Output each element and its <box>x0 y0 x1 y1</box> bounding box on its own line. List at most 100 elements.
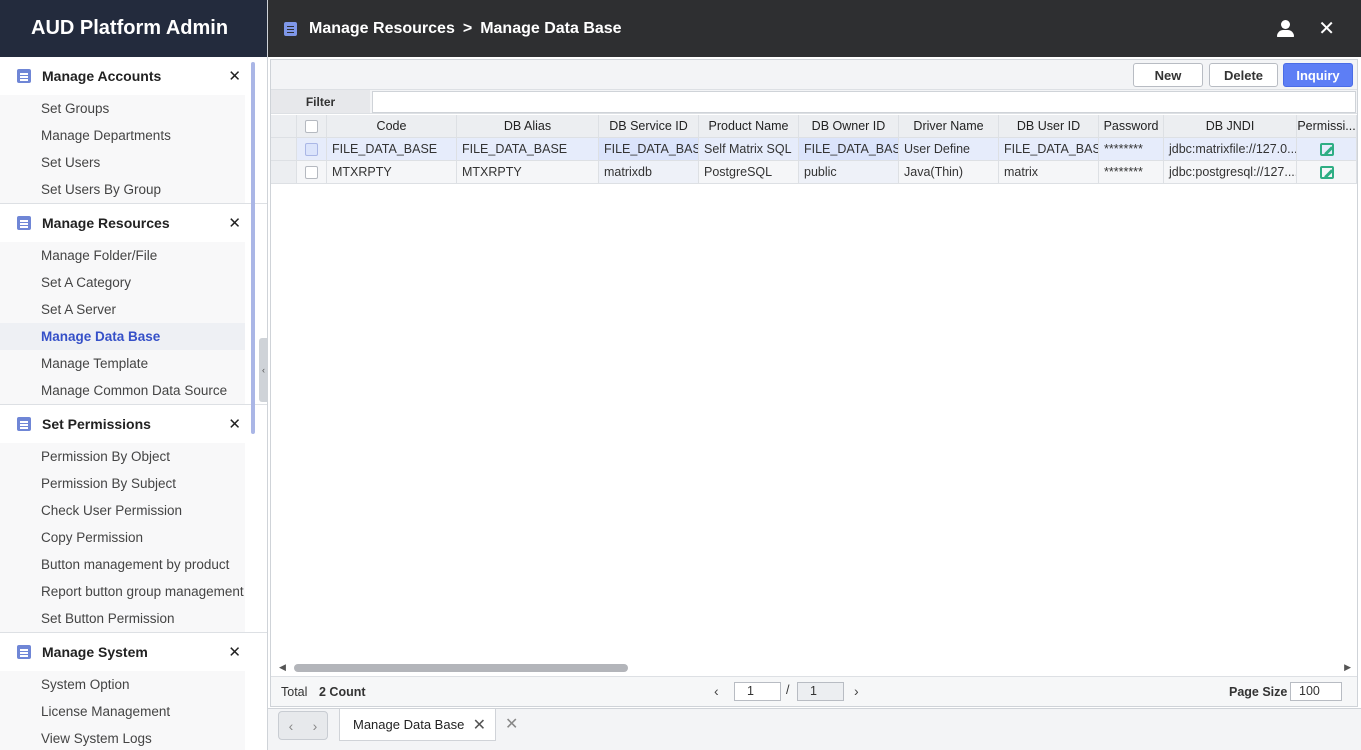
edit-icon[interactable] <box>1319 165 1334 179</box>
cell-db-owner-id[interactable]: public <box>799 161 899 184</box>
sidebar-item-set-a-server[interactable]: Set A Server <box>0 296 245 323</box>
row-checkbox[interactable] <box>305 165 318 179</box>
chevron-left-icon[interactable]: ‹ <box>714 683 719 699</box>
sidebar-item-manage-template[interactable]: Manage Template <box>0 350 245 377</box>
column-header-db-jndi[interactable]: DB JNDI <box>1164 115 1297 138</box>
document-icon <box>284 21 297 36</box>
cell-db-service-id[interactable]: matrixdb <box>599 161 699 184</box>
sidebar-group-header[interactable]: Manage Accounts ✕ <box>0 57 267 95</box>
cell-product-name[interactable]: Self Matrix SQL <box>699 138 799 161</box>
cell-permission <box>1297 138 1357 161</box>
page-size-label: Page Size <box>1229 685 1288 699</box>
sidebar-item-permission-by-object[interactable]: Permission By Object <box>0 443 245 470</box>
cell-driver-name[interactable]: User Define <box>899 138 999 161</box>
sidebar-item-permission-by-subject[interactable]: Permission By Subject <box>0 470 245 497</box>
table-row[interactable]: FILE_DATA_BASE FILE_DATA_BASE FILE_DATA_… <box>271 138 1357 161</box>
sidebar-item-copy-permission[interactable]: Copy Permission <box>0 524 245 551</box>
scroll-left-icon[interactable]: ◀ <box>279 662 286 673</box>
sidebar-groups: Manage Accounts ✕ Set Groups Manage Departm… <box>0 57 267 750</box>
cell-db-owner-id[interactable]: FILE_DATA_BASE <box>799 138 899 161</box>
sidebar-item-report-button-group-management[interactable]: Report button group management <box>0 578 245 605</box>
breadcrumb-parent[interactable]: Manage Resources <box>309 20 455 37</box>
tab-next-icon[interactable]: › <box>313 718 318 734</box>
sidebar-item-license-management[interactable]: License Management <box>0 698 245 725</box>
inquiry-button[interactable]: Inquiry <box>1283 63 1353 87</box>
cell-permission <box>1297 161 1357 184</box>
column-header-db-alias[interactable]: DB Alias <box>457 115 599 138</box>
cell-password[interactable]: ******** <box>1099 138 1164 161</box>
sidebar-item-manage-data-base[interactable]: Manage Data Base <box>0 323 245 350</box>
sidebar-item-set-users[interactable]: Set Users <box>0 149 245 176</box>
sidebar-scrollbar[interactable] <box>251 62 255 434</box>
row-checkbox[interactable] <box>305 142 318 156</box>
column-header-db-owner-id[interactable]: DB Owner ID <box>799 115 899 138</box>
cell-password[interactable]: ******** <box>1099 161 1164 184</box>
cell-db-jndi[interactable]: jdbc:matrixfile://127.0.... <box>1164 138 1297 161</box>
total-label: Total <box>281 685 308 699</box>
breadcrumb-current: Manage Data Base <box>480 19 622 37</box>
filter-input[interactable] <box>372 91 1356 113</box>
cell-driver-name[interactable]: Java(Thin) <box>899 161 999 184</box>
sidebar-group-title: Manage Resources <box>42 215 170 231</box>
cell-db-alias[interactable]: MTXRPTY <box>457 161 599 184</box>
close-icon[interactable]: ✕ <box>228 415 241 433</box>
edit-icon[interactable] <box>1319 142 1334 156</box>
horizontal-scrollbar[interactable]: ◀ ▶ <box>279 662 1351 673</box>
page-size-input[interactable]: 100 <box>1290 682 1342 701</box>
sidebar-item-button-management-by-product[interactable]: Button management by product <box>0 551 245 578</box>
scroll-right-icon[interactable]: ▶ <box>1344 662 1351 673</box>
tab-prev-icon[interactable]: ‹ <box>289 718 294 734</box>
column-header-driver-name[interactable]: Driver Name <box>899 115 999 138</box>
sidebar-item-check-user-permission[interactable]: Check User Permission <box>0 497 245 524</box>
close-icon[interactable]: ✕ <box>228 643 241 661</box>
select-all-checkbox[interactable] <box>305 119 318 133</box>
cell-db-alias[interactable]: FILE_DATA_BASE <box>457 138 599 161</box>
sidebar-item-system-option[interactable]: System Option <box>0 671 245 698</box>
tab-bar: ‹ › Manage Data Base ✕ ✕ <box>268 708 1361 750</box>
cell-code[interactable]: MTXRPTY <box>327 161 457 184</box>
table-row[interactable]: MTXRPTY MTXRPTY matrixdb PostgreSQL publ… <box>271 161 1357 184</box>
column-header-db-user-id[interactable]: DB User ID <box>999 115 1099 138</box>
app-title: AUD Platform Admin <box>0 0 267 57</box>
close-icon[interactable]: ✕ <box>228 214 241 232</box>
sidebar-group-set-permissions: Set Permissions ✕ Permission By Object Perm… <box>0 405 267 633</box>
column-header-product-name[interactable]: Product Name <box>699 115 799 138</box>
sidebar-item-manage-common-data-source[interactable]: Manage Common Data Source <box>0 377 245 404</box>
cell-db-user-id[interactable]: FILE_DATA_BASE <box>999 138 1099 161</box>
document-icon <box>17 69 31 83</box>
cell-db-user-id[interactable]: matrix <box>999 161 1099 184</box>
sidebar-item-manage-departments[interactable]: Manage Departments <box>0 122 245 149</box>
sidebar-collapse-handle[interactable]: ‹ <box>259 338 268 402</box>
sidebar-group-header[interactable]: Manage Resources ✕ <box>0 204 267 242</box>
close-icon[interactable]: ✕ <box>1318 16 1335 41</box>
column-header-permission[interactable]: Permissi... <box>1297 115 1357 138</box>
sidebar-item-set-groups[interactable]: Set Groups <box>0 95 245 122</box>
sidebar-item-set-a-category[interactable]: Set A Category <box>0 269 245 296</box>
close-all-tabs-icon[interactable]: ✕ <box>505 714 518 734</box>
tab-close-icon[interactable]: ✕ <box>473 715 486 735</box>
current-page-input[interactable]: 1 <box>734 682 781 701</box>
sidebar-item-set-users-by-group[interactable]: Set Users By Group <box>0 176 245 203</box>
sidebar-item-set-button-permission[interactable]: Set Button Permission <box>0 605 245 632</box>
column-header-code[interactable]: Code <box>327 115 457 138</box>
filter-row: Filter <box>271 90 1357 114</box>
sidebar-group-manage-resources: Manage Resources ✕ Manage Folder/File Set A… <box>0 204 267 405</box>
scrollbar-thumb[interactable] <box>294 664 628 672</box>
column-header-password[interactable]: Password <box>1099 115 1164 138</box>
cell-db-service-id[interactable]: FILE_DATA_BASE <box>599 138 699 161</box>
sidebar-group-title: Manage Accounts <box>42 68 162 84</box>
cell-code[interactable]: FILE_DATA_BASE <box>327 138 457 161</box>
new-button[interactable]: New <box>1133 63 1203 87</box>
sidebar-item-manage-folder-file[interactable]: Manage Folder/File <box>0 242 245 269</box>
cell-product-name[interactable]: PostgreSQL <box>699 161 799 184</box>
delete-button[interactable]: Delete <box>1209 63 1278 87</box>
sidebar-item-view-system-logs[interactable]: View System Logs <box>0 725 245 750</box>
tab-manage-data-base[interactable]: Manage Data Base ✕ <box>339 709 496 741</box>
column-header-db-service-id[interactable]: DB Service ID <box>599 115 699 138</box>
chevron-right-icon[interactable]: › <box>854 683 859 699</box>
sidebar-group-header[interactable]: Manage System ✕ <box>0 633 267 671</box>
close-icon[interactable]: ✕ <box>228 67 241 85</box>
sidebar-group-header[interactable]: Set Permissions ✕ <box>0 405 267 443</box>
cell-db-jndi[interactable]: jdbc:postgresql://127.... <box>1164 161 1297 184</box>
user-icon[interactable] <box>1276 19 1296 39</box>
